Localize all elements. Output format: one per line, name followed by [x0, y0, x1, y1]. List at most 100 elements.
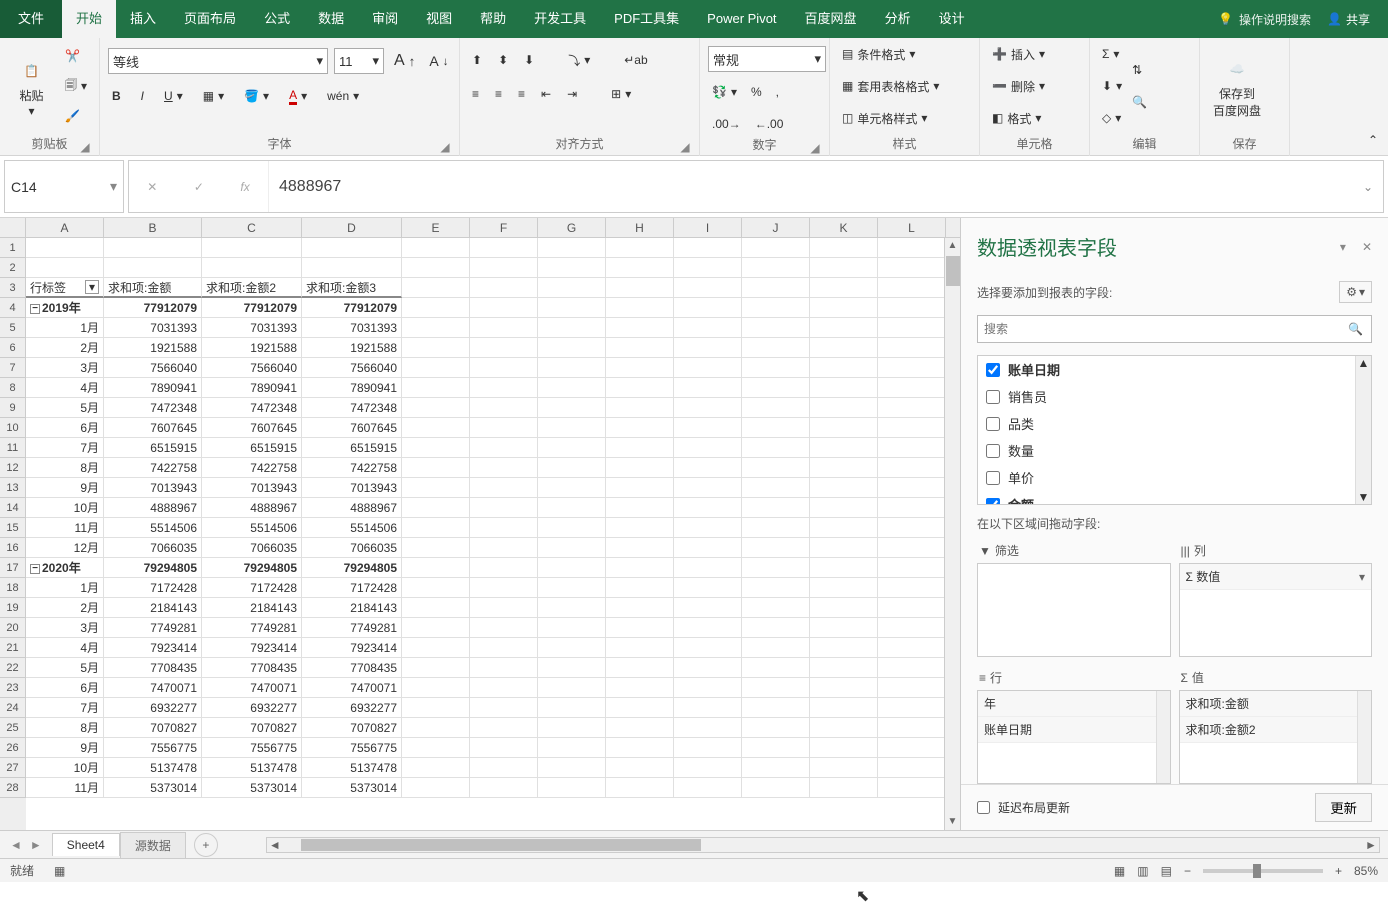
area-item[interactable]: 年▾ — [978, 691, 1170, 717]
slider-knob[interactable] — [1253, 864, 1261, 878]
font-color-button[interactable]: A▾ — [285, 84, 311, 108]
shrink-font-button[interactable]: A↓ — [425, 49, 452, 73]
paste-button[interactable]: 📋 粘贴 ▾ — [8, 42, 55, 130]
launcher-icon[interactable]: ◢ — [439, 140, 451, 152]
field-item[interactable]: 账单日期 — [978, 356, 1371, 383]
cell-styles-button[interactable]: ◫单元格样式▾ — [838, 106, 943, 130]
tab-powerpivot[interactable]: Power Pivot — [693, 0, 790, 38]
fill-color-button[interactable]: 🪣▾ — [240, 84, 273, 108]
field-item[interactable]: 销售员 — [978, 383, 1371, 410]
col-header[interactable]: D — [302, 218, 402, 237]
number-format-select[interactable]: 常规▾ — [708, 46, 826, 72]
collapse-ribbon-button[interactable]: ⌃ — [1368, 133, 1378, 147]
rows-dropzone[interactable]: 年▾账单日期▾ — [977, 690, 1171, 784]
tab-review[interactable]: 审阅 — [358, 0, 412, 38]
tab-view[interactable]: 视图 — [412, 0, 466, 38]
tell-me-search[interactable]: 💡 操作说明搜索 — [1218, 11, 1311, 28]
col-header[interactable]: J — [742, 218, 810, 237]
increase-indent-button[interactable]: ⇥ — [563, 82, 581, 106]
row-header[interactable]: 2 — [0, 258, 26, 278]
share-button[interactable]: 👤 共享 — [1327, 11, 1370, 28]
wrap-text-button[interactable]: ↵ab — [620, 48, 651, 72]
field-item[interactable]: 金额 — [978, 491, 1371, 505]
currency-button[interactable]: 💱▾ — [708, 80, 741, 104]
col-header[interactable]: F — [470, 218, 538, 237]
=[interactable]: ✕ — [1362, 240, 1372, 254]
page-break-view-button[interactable]: ▤ — [1161, 864, 1172, 878]
field-item[interactable]: 单价 — [978, 464, 1371, 491]
row-header[interactable]: 21 — [0, 638, 26, 658]
field-checkbox[interactable] — [986, 498, 1000, 506]
font-name-select[interactable]: 等线▾ — [108, 48, 328, 74]
area-item[interactable]: Σ 数值▾ — [1180, 564, 1372, 590]
decrease-indent-button[interactable]: ⇤ — [537, 82, 555, 106]
row-header[interactable]: 26 — [0, 738, 26, 758]
tab-pdf[interactable]: PDF工具集 — [600, 0, 693, 38]
row-header[interactable]: 11 — [0, 438, 26, 458]
grow-font-button[interactable]: A↑ — [390, 49, 419, 73]
row-header[interactable]: 25 — [0, 718, 26, 738]
autosum-button[interactable]: Σ▾ — [1098, 42, 1126, 66]
field-checkbox[interactable] — [986, 444, 1000, 458]
row-header[interactable]: 27 — [0, 758, 26, 778]
area-scrollbar[interactable] — [1357, 691, 1371, 783]
tab-netdisk[interactable]: 百度网盘 — [791, 0, 871, 38]
tab-home[interactable]: 开始 — [62, 0, 116, 38]
zoom-out-button[interactable]: − — [1184, 864, 1191, 878]
area-item[interactable]: 求和项:金额▾ — [1180, 691, 1372, 717]
field-item[interactable]: 数量 — [978, 437, 1371, 464]
align-center-button[interactable]: ≡ — [491, 82, 506, 106]
collapse-icon[interactable]: − — [30, 304, 40, 314]
field-list-scrollbar[interactable]: ▲▼ — [1355, 356, 1371, 504]
col-header[interactable]: L — [878, 218, 946, 237]
sheet-tab-sourcedata[interactable]: 源数据 — [120, 832, 186, 858]
collapse-icon[interactable]: − — [30, 564, 40, 574]
format-as-table-button[interactable]: ▦套用表格格式▾ — [838, 74, 943, 98]
defer-update-checkbox[interactable] — [977, 801, 990, 814]
filter-dropdown-icon[interactable]: ▾ — [85, 280, 99, 294]
col-header[interactable]: H — [606, 218, 674, 237]
align-top-button[interactable]: ⬆ — [468, 48, 486, 72]
format-cells-button[interactable]: ◧格式▾ — [988, 106, 1049, 130]
tab-analysis[interactable]: 分析 — [871, 0, 925, 38]
field-checkbox[interactable] — [986, 390, 1000, 404]
macro-icon[interactable]: ▦ — [54, 864, 65, 878]
cut-button[interactable]: ✂️ — [61, 44, 91, 68]
increase-decimal-button[interactable]: .00→ — [708, 112, 745, 136]
col-header[interactable]: C — [202, 218, 302, 237]
col-header[interactable]: E — [402, 218, 470, 237]
row-header[interactable]: 19 — [0, 598, 26, 618]
conditional-format-button[interactable]: ▤条件格式▾ — [838, 42, 943, 66]
row-header[interactable]: 22 — [0, 658, 26, 678]
search-icon[interactable]: 🔍 — [1340, 322, 1371, 336]
copy-button[interactable]: 🗐▾ — [61, 74, 91, 98]
search-input[interactable] — [978, 322, 1340, 336]
horizontal-scrollbar[interactable]: ◄ ► — [266, 837, 1380, 853]
page-layout-view-button[interactable]: ▥ — [1137, 864, 1148, 878]
row-header[interactable]: 15 — [0, 518, 26, 538]
decrease-decimal-button[interactable]: ←.00 — [751, 112, 788, 136]
scroll-up-icon[interactable]: ▲ — [945, 238, 960, 254]
expand-formula-icon[interactable]: ⌄ — [1363, 180, 1383, 194]
name-box[interactable]: C14 ▾ — [4, 160, 124, 213]
find-select-button[interactable]: 🔍 — [1128, 90, 1151, 114]
format-painter-button[interactable]: 🖌️ — [61, 104, 91, 128]
borders-button[interactable]: ▦▾ — [199, 84, 228, 108]
font-size-select[interactable]: 11▾ — [334, 48, 384, 74]
zoom-level[interactable]: 85% — [1354, 864, 1378, 878]
tab-layout[interactable]: 页面布局 — [170, 0, 250, 38]
row-header[interactable]: 1 — [0, 238, 26, 258]
tab-data[interactable]: 数据 — [304, 0, 358, 38]
row-header[interactable]: 3 — [0, 278, 26, 298]
formula-input[interactable]: 4888967 — [269, 178, 1363, 196]
row-header[interactable]: 24 — [0, 698, 26, 718]
scroll-left-icon[interactable]: ◄ — [267, 838, 283, 852]
filter-dropzone[interactable] — [977, 563, 1171, 657]
orientation-button[interactable]: ⤵▾ — [564, 48, 594, 72]
row-header[interactable]: 6 — [0, 338, 26, 358]
row-header[interactable]: 28 — [0, 778, 26, 798]
tab-design[interactable]: 设计 — [925, 0, 979, 38]
align-bottom-button[interactable]: ⬇ — [520, 48, 538, 72]
area-item[interactable]: 求和项:金额2▾ — [1180, 717, 1372, 743]
row-header[interactable]: 4 — [0, 298, 26, 318]
